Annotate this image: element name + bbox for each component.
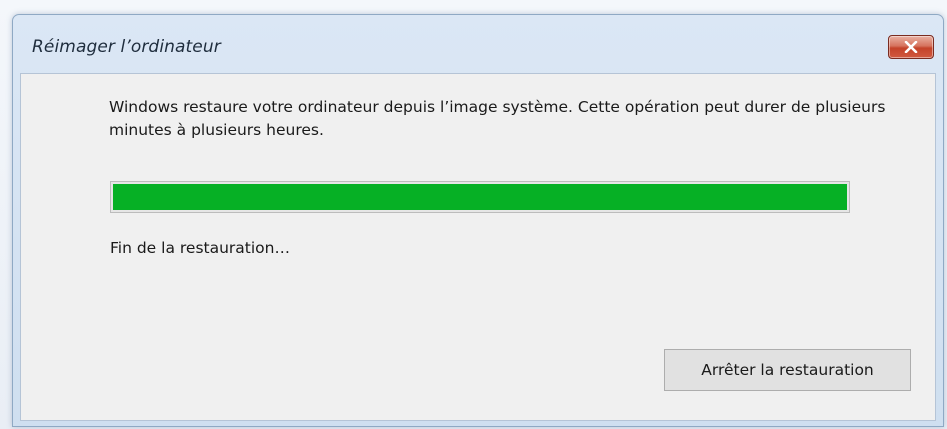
window-title: Réimager l’ordinateur — [32, 37, 221, 57]
restore-progress-bar — [110, 181, 850, 213]
title-bar: Réimager l’ordinateur — [13, 15, 943, 73]
restore-status: Fin de la restauration… — [110, 239, 290, 257]
progress-track — [113, 184, 847, 210]
close-icon — [904, 41, 918, 53]
restore-message: Windows restaure votre ordinateur depuis… — [109, 98, 886, 139]
close-button[interactable] — [888, 35, 934, 59]
progress-fill — [113, 184, 847, 210]
dialog-body: Windows restaure votre ordinateur depuis… — [20, 73, 936, 421]
stop-restore-button[interactable]: Arrêter la restauration — [664, 349, 911, 391]
reimage-dialog-window: Réimager l’ordinateur Windows restaure v… — [12, 14, 944, 427]
